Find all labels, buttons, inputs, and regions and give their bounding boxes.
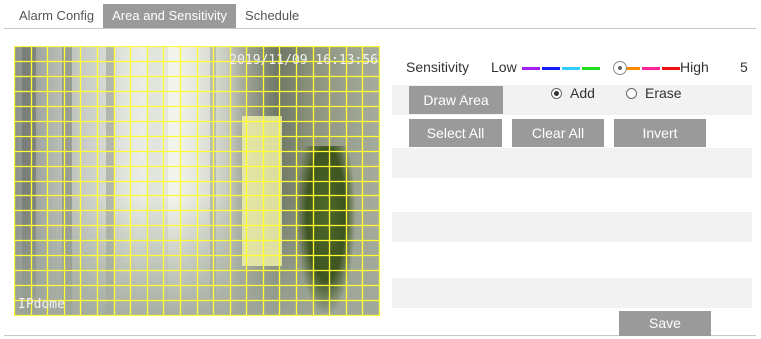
video-preview[interactable]: 2019/11/09 16:13:56 IPdome <box>14 46 380 316</box>
row-blank <box>392 244 752 274</box>
sensitivity-slider-knob[interactable] <box>613 61 627 75</box>
camera-label: IPdome <box>18 297 65 312</box>
row-blank <box>392 180 752 210</box>
sensitivity-scale-segment[interactable] <box>582 67 600 70</box>
tab-divider <box>4 28 756 29</box>
row-blank <box>392 148 752 178</box>
select-all-button[interactable]: Select All <box>409 119 502 147</box>
tab-area-and-sensitivity[interactable]: Area and Sensitivity <box>103 4 237 28</box>
erase-radio-label: Erase <box>645 85 682 101</box>
tab-schedule[interactable]: Schedule <box>236 4 308 28</box>
save-button[interactable]: Save <box>619 311 711 336</box>
video-timestamp: 2019/11/09 16:13:56 <box>229 53 378 68</box>
detection-grid[interactable] <box>14 46 380 316</box>
invert-button[interactable]: Invert <box>614 119 706 147</box>
sensitivity-scale-segment[interactable] <box>542 67 560 70</box>
erase-radio[interactable]: Erase <box>626 85 682 101</box>
add-radio-label: Add <box>570 85 595 101</box>
sensitivity-value: 5 <box>740 59 748 75</box>
sensitivity-scale-segment[interactable] <box>662 67 680 70</box>
draw-area-button[interactable]: Draw Area <box>409 86 503 114</box>
clear-all-button[interactable]: Clear All <box>512 119 604 147</box>
sensitivity-high-label: High <box>680 59 709 75</box>
sensitivity-slider[interactable] <box>521 61 681 77</box>
sensitivity-scale-segment[interactable] <box>562 67 580 70</box>
sensitivity-low-label: Low <box>491 59 517 75</box>
row-blank <box>392 212 752 242</box>
sensitivity-scale-segment[interactable] <box>522 67 540 70</box>
add-radio[interactable]: Add <box>551 85 595 101</box>
sensitivity-label: Sensitivity <box>406 59 470 75</box>
row-blank <box>392 278 752 308</box>
erase-radio-indicator[interactable] <box>626 87 637 99</box>
tab-alarm-config[interactable]: Alarm Config <box>10 4 103 28</box>
sensitivity-scale-segment[interactable] <box>642 67 660 70</box>
tab-bar: Alarm Config Area and Sensitivity Schedu… <box>10 4 308 28</box>
add-radio-indicator[interactable] <box>551 87 562 99</box>
